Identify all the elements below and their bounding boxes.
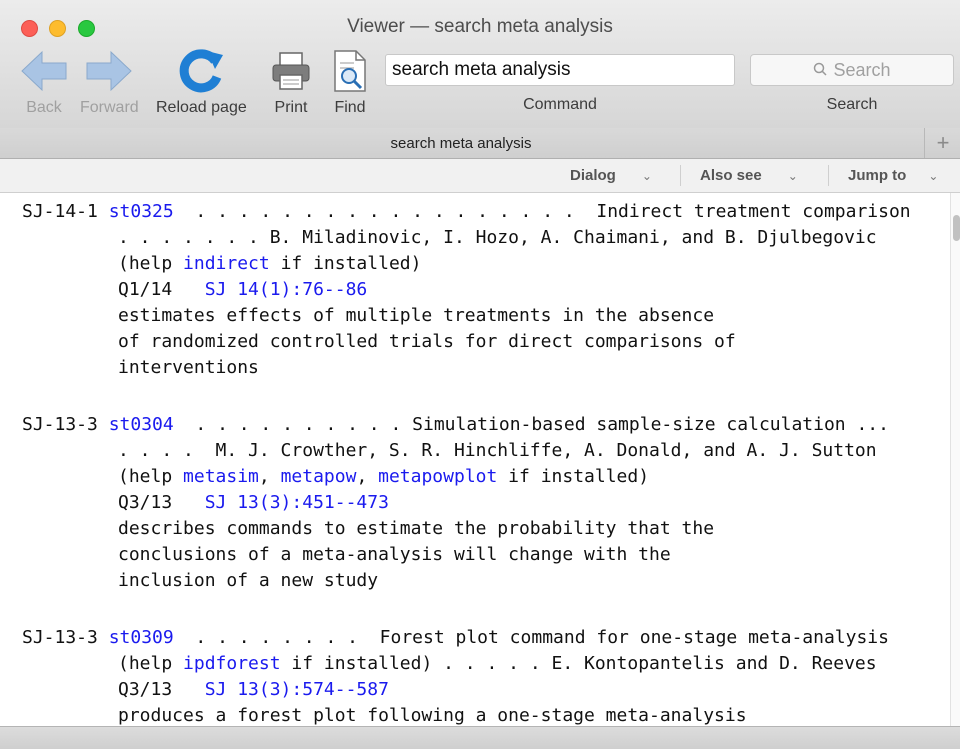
also-see-label: Also see bbox=[700, 167, 762, 184]
search-label: Search bbox=[826, 96, 878, 113]
entry-code-link[interactable]: st0304 bbox=[109, 414, 174, 435]
reload-icon bbox=[177, 46, 225, 96]
help-prefix: (help bbox=[118, 653, 184, 674]
issue-date: Q3/13 bbox=[118, 492, 173, 513]
description-line: produces a forest plot following a one-s… bbox=[118, 705, 747, 726]
help-link-metasim[interactable]: metasim bbox=[183, 466, 259, 487]
issue-line: Q3/13 SJ 13(3):451--473 bbox=[118, 490, 389, 516]
issue-date: Q3/13 bbox=[118, 679, 173, 700]
back-button[interactable]: Back bbox=[20, 46, 68, 117]
journal-ref-link[interactable]: SJ 13(3):574--587 bbox=[205, 679, 389, 700]
search-placeholder: Search bbox=[833, 59, 891, 80]
search-icon bbox=[813, 60, 827, 81]
help-line: (help indirect if installed) bbox=[118, 251, 421, 277]
forward-button[interactable]: Forward bbox=[80, 46, 139, 117]
description-line: describes commands to estimate the proba… bbox=[118, 518, 715, 539]
chevron-down-icon: ⌄ bbox=[928, 168, 939, 183]
reload-page-button[interactable]: Reload page bbox=[156, 46, 247, 117]
title-bar: Viewer — search meta analysis Back Forwa… bbox=[0, 0, 960, 129]
description-line: inclusion of a new study bbox=[118, 570, 379, 591]
jump-to-dropdown[interactable]: Jump to ⌄ bbox=[848, 159, 938, 192]
description-line: interventions bbox=[118, 357, 259, 378]
issue-line: Q3/13 SJ 13(3):574--587 bbox=[118, 677, 389, 703]
description-line: conclusions of a meta-analysis will chan… bbox=[118, 544, 671, 565]
command-input[interactable] bbox=[385, 54, 735, 86]
jump-to-label: Jump to bbox=[848, 167, 907, 184]
back-label: Back bbox=[26, 99, 62, 116]
dialog-label: Dialog bbox=[570, 167, 616, 184]
window-title: Viewer — search meta analysis bbox=[347, 16, 613, 37]
help-link-indirect[interactable]: indirect bbox=[183, 253, 270, 274]
result-header-line: SJ-14-1 st0325 . . . . . . . . . . . . .… bbox=[22, 199, 911, 225]
back-arrow-icon bbox=[20, 46, 68, 96]
new-tab-plus-icon[interactable]: + bbox=[924, 128, 960, 158]
dot-leader: . . . . . . . . . . bbox=[173, 414, 413, 435]
help-suffix: if installed) . . . . . E. Kontopantelis… bbox=[280, 653, 877, 674]
entry-title: Indirect treatment comparison bbox=[596, 201, 911, 222]
result-header-line: SJ-13-3 st0309 . . . . . . . . Forest pl… bbox=[22, 625, 889, 651]
divider bbox=[680, 165, 681, 186]
issue-line: Q1/14 SJ 14(1):76--86 bbox=[118, 277, 367, 303]
authors-line: . . . . M. J. Crowther, S. R. Hinchliffe… bbox=[118, 440, 877, 461]
help-suffix: if installed) bbox=[497, 466, 650, 487]
printer-icon bbox=[270, 46, 312, 96]
help-prefix: (help bbox=[118, 253, 184, 274]
forward-label: Forward bbox=[80, 99, 139, 116]
also-see-dropdown[interactable]: Also see ⌄ bbox=[700, 159, 798, 192]
help-suffix: if installed) bbox=[269, 253, 422, 274]
journal-ref-link[interactable]: SJ 14(1):76--86 bbox=[205, 279, 368, 300]
help-line: (help metasim, metapow, metapowplot if i… bbox=[118, 464, 649, 490]
tab-search-meta-analysis[interactable]: search meta analysis bbox=[0, 128, 922, 158]
status-bar bbox=[0, 726, 960, 749]
command-label: Command bbox=[523, 96, 597, 113]
viewer-subbar: Dialog ⌄ Also see ⌄ Jump to ⌄ bbox=[0, 159, 960, 193]
authors-line: . . . . . . . B. Miladinovic, I. Hozo, A… bbox=[118, 227, 877, 248]
help-prefix: (help bbox=[118, 466, 184, 487]
dot-leader: . . . . . . . . . . . . . . . . . . bbox=[173, 201, 597, 222]
print-button[interactable]: Print bbox=[270, 46, 312, 117]
find-document-icon bbox=[332, 46, 368, 96]
find-label: Find bbox=[334, 99, 366, 116]
result-header-line: SJ-13-3 st0304 . . . . . . . . . . Simul… bbox=[22, 412, 889, 438]
find-button[interactable]: Find bbox=[332, 46, 368, 117]
dialog-dropdown[interactable]: Dialog ⌄ bbox=[570, 159, 652, 192]
journal-ref-link[interactable]: SJ 13(3):451--473 bbox=[205, 492, 389, 513]
help-link-metapowplot[interactable]: metapowplot bbox=[378, 466, 497, 487]
reload-label: Reload page bbox=[156, 99, 247, 116]
help-line: (help ipdforest if installed) . . . . . … bbox=[118, 651, 877, 677]
entry-title: Forest plot command for one-stage meta-a… bbox=[379, 627, 889, 648]
search-input[interactable]: Search bbox=[750, 54, 954, 86]
entry-code-link[interactable]: st0325 bbox=[109, 201, 174, 222]
results-content: SJ-14-1 st0325 . . . . . . . . . . . . .… bbox=[0, 193, 950, 726]
help-link-ipdforest[interactable]: ipdforest bbox=[183, 653, 281, 674]
scrollbar-thumb[interactable] bbox=[953, 215, 960, 241]
chevron-down-icon: ⌄ bbox=[787, 168, 798, 183]
help-link-metapow[interactable]: metapow bbox=[281, 466, 357, 487]
description-line: of randomized controlled trials for dire… bbox=[118, 331, 736, 352]
vertical-scrollbar[interactable] bbox=[950, 193, 960, 726]
dot-leader: . . . . . . . . bbox=[173, 627, 380, 648]
print-label: Print bbox=[274, 99, 308, 116]
tab-bar: search meta analysis + bbox=[0, 128, 960, 159]
separator: , bbox=[356, 466, 379, 487]
entry-code-link[interactable]: st0309 bbox=[109, 627, 174, 648]
entry-id: SJ-14-1 bbox=[22, 201, 98, 222]
chevron-down-icon: ⌄ bbox=[641, 168, 652, 183]
description-line: estimates effects of multiple treatments… bbox=[118, 305, 715, 326]
separator: , bbox=[258, 466, 281, 487]
entry-id: SJ-13-3 bbox=[22, 414, 98, 435]
forward-arrow-icon bbox=[85, 46, 133, 96]
entry-title: Simulation-based sample-size calculation… bbox=[412, 414, 889, 435]
entry-id: SJ-13-3 bbox=[22, 627, 98, 648]
issue-date: Q1/14 bbox=[118, 279, 173, 300]
divider bbox=[828, 165, 829, 186]
